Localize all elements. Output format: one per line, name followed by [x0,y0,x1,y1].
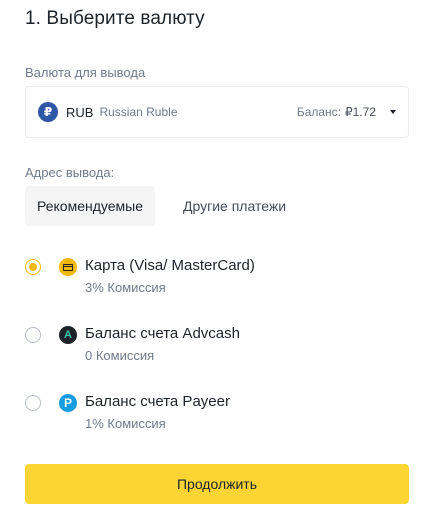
radio-payeer[interactable] [25,395,41,411]
payment-method-advcash[interactable]: A Баланс счета Advcash 0 Комиссия [25,317,409,367]
method-title: Баланс счета Advcash [85,325,240,342]
currency-name: Russian Ruble [99,105,178,119]
ruble-icon: ₽ [38,102,58,122]
method-fee: 0 Комиссия [85,348,155,363]
page-title: 1. Выберите валюту [25,8,205,29]
payment-tabs: Рекомендуемые Другие платежи [25,186,298,226]
tab-other-payments[interactable]: Другие платежи [171,186,298,226]
continue-button[interactable]: Продолжить [25,464,409,504]
payment-method-card[interactable]: Карта (Visa/ MasterCard) 3% Комиссия [25,249,409,299]
card-icon [59,258,77,276]
currency-label: Валюта для вывода [25,65,146,80]
method-fee: 3% Комиссия [85,280,166,295]
balance-value: ₽1.72 [345,105,376,119]
balance-label: Баланс: [296,105,341,119]
method-fee: 1% Комиссия [85,416,166,431]
payeer-icon: P [59,394,77,412]
tab-recommended[interactable]: Рекомендуемые [25,186,155,226]
advcash-icon: A [59,326,77,344]
currency-select[interactable]: ₽ RUB Russian Ruble Баланс: ₽1.72 [25,86,409,138]
method-title: Баланс счета Payeer [85,393,230,410]
chevron-down-icon[interactable] [390,110,396,114]
balance: Баланс: ₽1.72 [297,105,376,119]
radio-card[interactable] [25,259,41,275]
currency-code: RUB [66,104,94,120]
radio-advcash[interactable] [25,327,41,343]
payment-method-payeer[interactable]: P Баланс счета Payeer 1% Комиссия [25,385,409,435]
method-title: Карта (Visa/ MasterCard) [85,257,255,274]
address-label: Адрес вывода: [25,165,115,180]
